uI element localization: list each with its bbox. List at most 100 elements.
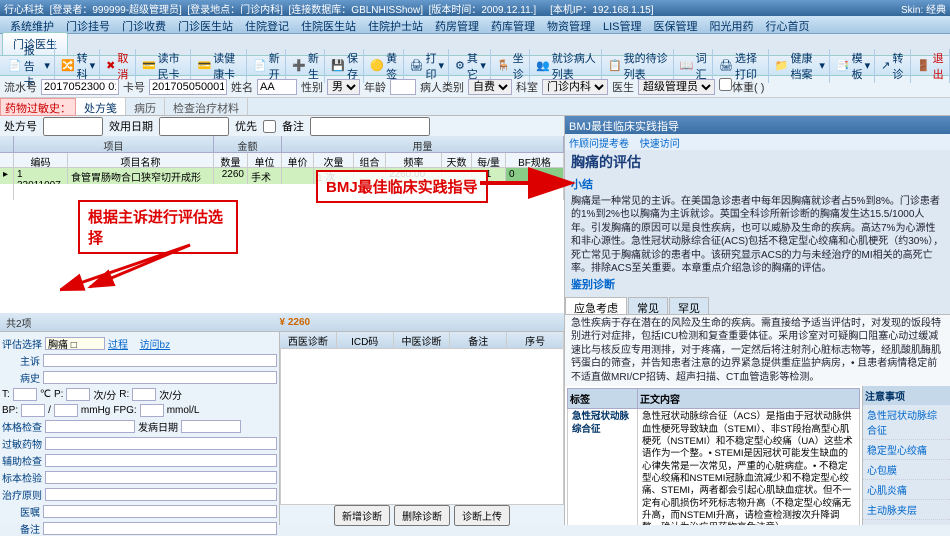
menu-item[interactable]: 药房管理 [429,16,485,33]
menu-item[interactable]: 门诊收费 [116,16,172,33]
bmj-heading: 胸痛的评估 [565,150,950,174]
side-item[interactable]: 急性冠状动脉综合征 [863,405,950,440]
yz-input[interactable] [43,505,277,518]
zd-input[interactable] [45,437,277,450]
btn-read-health[interactable]: 💳读健康卡 [193,49,247,83]
menu-item[interactable]: 阳光用药 [704,16,760,33]
btn-del-diag[interactable]: 删除诊断 [394,505,450,526]
btn-exit[interactable]: 🚪退出 [913,49,950,83]
tz-check[interactable] [719,78,732,91]
ks-select[interactable]: 门诊内科 [542,79,608,95]
side-item[interactable]: 稳定型心绞痛 [863,440,950,460]
bz-input[interactable] [310,117,430,136]
kh-input[interactable] [149,79,227,95]
menu-item[interactable]: 门诊挂号 [60,16,116,33]
differential-heading: 鉴别诊断 [571,278,944,293]
bp2-input[interactable] [54,404,78,417]
grid-header: 编码 项目名称 数量 单位 单价 次量 组合金 频率 天数 每/量 BF规格 [0,153,564,168]
gyzz-input[interactable] [45,488,277,501]
main-menu: 系统维护 门诊挂号 门诊收费 门诊医生站 住院登记 住院医生站 住院护士站 药房… [0,16,950,34]
bmj-row[interactable]: 急性冠状动脉综合征急性冠状动脉综合征（ACS）是指由于冠状动脉供血性梗死导致缺血… [568,409,860,525]
yxrq-input[interactable] [159,117,229,136]
t-input[interactable] [13,388,37,401]
grid-row[interactable]: ▸ 1 33011007 食管胃肠吻合口狭窄切开成形术 2260 手术 1 次 … [0,168,564,184]
btn-add-diag[interactable]: 新增诊断 [334,505,390,526]
side-item[interactable]: 主动脉夹层 [863,500,950,520]
btn-template[interactable]: 📑模板▾ [832,49,875,83]
xb-select[interactable]: 男 [327,79,360,95]
menu-item[interactable]: 系统维护 [4,16,60,33]
assessment-panel: 评估选择 过程 访问bz 主诉 病史 T:℃ P:次/分 R:次/分 BP:/m… [0,332,280,525]
bmj-tabs: 应急考虑 常见 罕见 [565,297,950,315]
btn-upload-diag[interactable]: 诊断上传 [454,505,510,526]
bbjy-input[interactable] [45,471,277,484]
cfh-input[interactable] [43,117,103,136]
bmj-link[interactable]: 作顾问提考卷 [569,139,629,150]
subtab-rx[interactable]: 处方笺 [76,98,126,115]
side-item[interactable]: 主动脉瘤 [863,520,950,525]
toolbar: 📄报告卡▾ 🔀转科▾ ✖取消 💳读市民卡 💳读健康卡 📄新开 ➕新生 💾保存 🟡… [0,56,950,76]
menu-item[interactable]: LIS管理 [597,16,648,33]
bp1-input[interactable] [21,404,45,417]
btn-referral[interactable]: ↗转诊 [877,49,911,83]
tab-rare[interactable]: 罕见 [669,297,709,314]
btn-save[interactable]: 💾保存 [327,49,364,83]
btn-sit[interactable]: 🪑坐诊 [493,49,530,83]
remark-input[interactable] [43,522,277,535]
title-bar: 行心科技 [登录者：999999-超级管理员] [登录地点：门诊内科] [连接数… [0,0,950,16]
yxc-check[interactable] [263,120,276,133]
r-input[interactable] [132,388,156,401]
btn-other[interactable]: ⚙其它▾ [451,49,491,83]
btn-print[interactable]: 🖨打印▾ [406,49,450,83]
menu-item[interactable]: 医保管理 [648,16,704,33]
subtab-material[interactable]: 检查治疗材料 [165,98,248,115]
chief-input[interactable] [45,337,105,350]
grid-header-group: 项目 金额 用量 [0,136,564,153]
xm-input[interactable] [257,79,297,95]
grid-row-empty[interactable] [0,184,564,200]
menu-item[interactable]: 门诊医生站 [172,16,239,33]
diag-body[interactable] [280,348,564,505]
bs-input[interactable] [43,371,277,384]
side-item[interactable]: 心肌炎痛 [863,480,950,500]
summary-text: 胸痛是一种常见的主诉。在美国急诊患者中每年因胸痛就诊者占5%到8%。门诊患者的1… [571,195,944,276]
btn-patient-list[interactable]: 👥就诊病人列表 [532,49,602,83]
process-link[interactable]: 过程 [108,336,128,351]
allergy-history: 药物过敏史： [0,98,76,116]
rx-bar: 处方号 效用日期 优先 备注 [0,116,564,136]
fpg-input[interactable] [140,404,164,417]
menu-item[interactable]: 住院医生站 [295,16,362,33]
btn-cancel[interactable]: ✖取消 [102,49,136,83]
fbrq-input[interactable] [181,420,241,433]
lsh-input[interactable] [41,79,119,95]
side-item[interactable]: 心包膜 [863,460,950,480]
bmj-title: BMJ最佳临床实践指导 [565,116,950,134]
btn-transfer[interactable]: 🔀转科▾ [57,49,100,83]
zs-input[interactable] [43,354,277,367]
btn-health-file[interactable]: 📁健康档案▾ [771,49,830,83]
visit-link[interactable]: 访问bz [140,336,171,351]
menu-item[interactable]: 住院护士站 [362,16,429,33]
btn-read-citizen[interactable]: 💳读市民卡 [138,49,192,83]
btn-new[interactable]: 📄新开 [249,49,286,83]
btn-newborn[interactable]: ➕新生 [288,49,325,83]
subtab-record[interactable]: 病历 [126,98,165,115]
menu-item[interactable]: 住院登记 [239,16,295,33]
tgjc-input[interactable] [45,420,135,433]
bmj-link[interactable]: 快速访问 [640,139,680,150]
btn-waiting-list[interactable]: 📋我的待诊列表 [604,49,674,83]
tab-emergency[interactable]: 应急考虑 [565,297,627,314]
bl-select[interactable]: 自费 [468,79,512,95]
summary-heading: 小结 [571,178,944,193]
btn-vocab[interactable]: 📖词汇 [676,49,713,83]
fzjc-input[interactable] [45,454,277,467]
menu-item[interactable]: 药库管理 [485,16,541,33]
nl-input[interactable] [390,79,416,95]
btn-yellow[interactable]: 🟡黄签 [366,49,403,83]
p-input[interactable] [66,388,90,401]
bmj-table[interactable]: 标签正文内容 急性冠状动脉综合征急性冠状动脉综合征（ACS）是指由于冠状动脉供血… [565,386,862,525]
tab-common[interactable]: 常见 [628,297,668,314]
menu-item[interactable]: 物资管理 [541,16,597,33]
menu-item[interactable]: 行心首页 [760,16,816,33]
ys-select[interactable]: 超级管理员 [638,79,715,95]
